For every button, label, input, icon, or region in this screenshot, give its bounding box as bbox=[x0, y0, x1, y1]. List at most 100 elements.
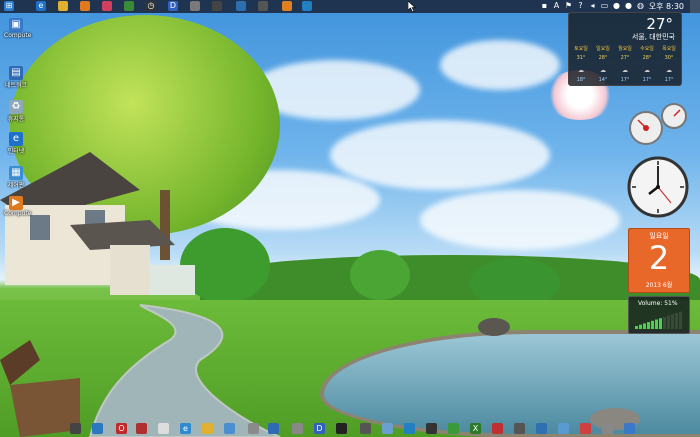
app-icon[interactable] bbox=[92, 423, 103, 434]
app-icon[interactable]: D bbox=[314, 423, 325, 434]
volume-label: Volume: 51% bbox=[638, 300, 678, 307]
app-icon[interactable] bbox=[224, 423, 235, 434]
app-icon[interactable] bbox=[426, 423, 437, 434]
app-icon[interactable] bbox=[258, 1, 268, 11]
app-icon[interactable] bbox=[248, 423, 259, 434]
cloud bbox=[440, 40, 560, 90]
app-icon[interactable] bbox=[536, 423, 547, 434]
opera-icon[interactable]: O bbox=[116, 423, 127, 434]
app-icon[interactable] bbox=[602, 423, 613, 434]
volume-bar bbox=[635, 326, 638, 329]
flag-icon[interactable]: ⚑ bbox=[564, 1, 573, 11]
ie-icon[interactable]: e bbox=[180, 423, 191, 434]
app-icon[interactable] bbox=[302, 1, 312, 11]
forecast-low: 14° bbox=[598, 77, 608, 83]
cloud bbox=[420, 190, 620, 250]
forecast-high: 30° bbox=[664, 55, 674, 61]
volume-bar bbox=[655, 319, 658, 329]
app-icon[interactable] bbox=[268, 423, 279, 434]
weather-location: 서울, 대한민국 bbox=[631, 33, 675, 41]
weather-gadget[interactable]: 27° 서울, 대한민국 토요일 일요일 월요일 수요일 목요일 31° 28°… bbox=[568, 12, 682, 86]
app-icon[interactable] bbox=[448, 423, 459, 434]
forecast-high: 28° bbox=[598, 55, 608, 61]
internet-explorer-icon: e bbox=[9, 132, 23, 146]
calendar-gadget[interactable]: 일요일 2 2013 6월 bbox=[628, 228, 690, 293]
volume-bar bbox=[643, 323, 646, 329]
app-icon[interactable] bbox=[580, 423, 591, 434]
rock bbox=[478, 318, 510, 336]
app-icon[interactable]: ● bbox=[612, 1, 621, 11]
tree bbox=[350, 250, 410, 300]
help-icon[interactable]: ? bbox=[576, 1, 585, 11]
forecast-day: 목요일 bbox=[662, 46, 676, 52]
cloud-icon: ☁ bbox=[578, 67, 584, 74]
app-icon[interactable] bbox=[282, 1, 292, 11]
volume-bar bbox=[663, 316, 666, 329]
cloud-icon: ☁ bbox=[622, 67, 628, 74]
app-icon[interactable] bbox=[336, 423, 347, 434]
cloud bbox=[330, 120, 550, 190]
tray-icon[interactable]: A bbox=[552, 1, 561, 11]
control-panel-icon: ▦ bbox=[9, 166, 23, 180]
system-clock[interactable]: 오후 8:30 bbox=[649, 1, 684, 12]
tray-icon[interactable]: ▪ bbox=[540, 1, 549, 11]
volume-bar bbox=[671, 314, 674, 329]
drive-icon[interactable]: ▭ bbox=[600, 1, 609, 11]
forecast-day: 월요일 bbox=[618, 46, 632, 52]
desktop-icon-computer[interactable]: ▣ Compute bbox=[4, 18, 31, 39]
desktop-icon-control-panel[interactable]: ▦ 제어판 bbox=[4, 166, 28, 189]
app-icon[interactable] bbox=[70, 423, 81, 434]
forecast-day: 수요일 bbox=[640, 46, 654, 52]
desktop-icon-recycle-bin[interactable]: ♻ 휴지통 bbox=[4, 100, 28, 123]
app-icon[interactable] bbox=[514, 423, 525, 434]
app-icon[interactable] bbox=[102, 1, 112, 11]
windows-media-icon: ▶ bbox=[9, 196, 23, 210]
app-icon[interactable] bbox=[236, 1, 246, 11]
show-desktop-button[interactable] bbox=[690, 0, 700, 13]
volume-bar bbox=[659, 318, 662, 329]
excel-icon[interactable]: X bbox=[470, 423, 481, 434]
calendar-day: 2 bbox=[648, 239, 670, 277]
app-icon[interactable] bbox=[124, 1, 134, 11]
app-icon[interactable] bbox=[492, 423, 503, 434]
forecast-high: 31° bbox=[576, 55, 586, 61]
cpu-meter-gadget[interactable] bbox=[626, 100, 690, 146]
app-icon[interactable] bbox=[136, 423, 147, 434]
forecast-low: 17° bbox=[642, 77, 652, 83]
app-icon[interactable] bbox=[158, 423, 169, 434]
clock-app-icon[interactable]: ◷ bbox=[146, 1, 156, 11]
folder-icon[interactable] bbox=[202, 423, 213, 434]
network-icon: ▤ bbox=[9, 66, 23, 80]
app-icon[interactable] bbox=[558, 423, 569, 434]
app-icon[interactable]: ● bbox=[624, 1, 633, 11]
app-icon[interactable] bbox=[624, 423, 635, 434]
volume-bar bbox=[639, 324, 642, 329]
app-icon[interactable] bbox=[404, 423, 415, 434]
folder-icon[interactable] bbox=[58, 1, 68, 11]
media-icon[interactable] bbox=[80, 1, 90, 11]
desktop-icon-media[interactable]: ▶ Compute bbox=[4, 196, 31, 217]
app-icon[interactable] bbox=[212, 1, 222, 11]
cloud-icon: ☁ bbox=[666, 67, 672, 74]
app-icon[interactable] bbox=[190, 1, 200, 11]
desktop-icon-internet[interactable]: e 인터넷 bbox=[4, 132, 28, 155]
speaker-icon[interactable]: ◂ bbox=[588, 1, 597, 11]
analog-clock-gadget[interactable] bbox=[627, 156, 689, 218]
desktop-icon-network[interactable]: ▤ 네트워크 bbox=[4, 66, 28, 89]
ie-icon[interactable]: e bbox=[36, 1, 46, 11]
volume-bar bbox=[667, 315, 670, 329]
volume-bar bbox=[679, 311, 682, 329]
app-icon[interactable] bbox=[360, 423, 371, 434]
forecast-low: 17° bbox=[620, 77, 630, 83]
volume-bar bbox=[675, 313, 678, 329]
app-icon[interactable]: D bbox=[168, 1, 178, 11]
app-icon[interactable] bbox=[292, 423, 303, 434]
start-orb-icon[interactable]: ⊞ bbox=[4, 1, 14, 11]
current-temperature: 27° bbox=[646, 15, 673, 33]
house bbox=[0, 152, 195, 295]
volume-gadget[interactable]: Volume: 51% bbox=[628, 296, 690, 334]
volume-level-bars[interactable] bbox=[635, 309, 685, 329]
globe-icon[interactable]: ◍ bbox=[636, 1, 645, 11]
app-icon[interactable] bbox=[382, 423, 393, 434]
forecast-high: 27° bbox=[620, 55, 630, 61]
